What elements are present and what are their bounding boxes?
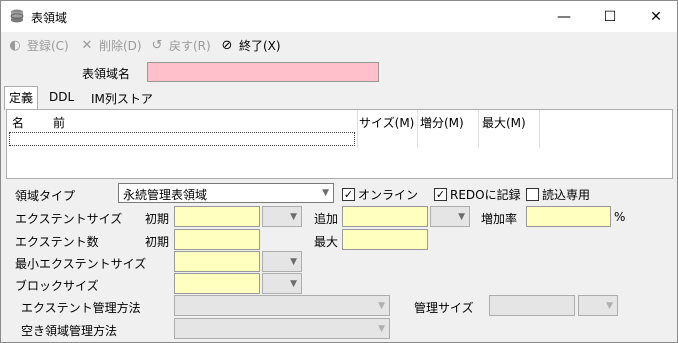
checkmark-icon: ✓: [342, 188, 355, 201]
maximize-button[interactable]: ☐: [587, 1, 633, 32]
extent-mgmt-select[interactable]: ▼: [174, 295, 390, 316]
extent-size-label: エクステントサイズ: [15, 212, 123, 226]
extent-add-unit-select[interactable]: ▼: [430, 206, 470, 227]
column-header-size: サイズ(M): [359, 116, 415, 130]
online-label: オンライン: [358, 188, 419, 202]
tablespace-window: 表領域 — ☐ ✕ ◐ 登録(C) ✕ 削除(D) ↺ 戻す(R) ⊘ 終了(X…: [0, 0, 678, 343]
growth-rate-label: 増加率: [481, 212, 518, 226]
redo-log-label: REDOに記録: [450, 188, 521, 202]
title-bar: 表領域 — ☐ ✕: [1, 1, 677, 32]
chevron-down-icon: ▼: [606, 300, 613, 311]
exit-icon: ⊘: [221, 37, 233, 53]
region-type-label: 領域タイプ: [15, 189, 76, 203]
register-icon: ◐: [9, 37, 21, 53]
checkmark-icon: ✓: [434, 188, 447, 201]
close-button[interactable]: ✕: [633, 1, 678, 32]
tablespace-name-input[interactable]: [147, 62, 379, 82]
extent-mgmt-label: エクステント管理方法: [21, 301, 141, 315]
min-extent-size-input[interactable]: [174, 251, 260, 272]
extent-count-initial-input[interactable]: [174, 229, 260, 250]
extent-add-label: 追加: [314, 212, 339, 226]
extent-add-input[interactable]: [342, 206, 428, 227]
chevron-down-icon: ▼: [378, 300, 385, 311]
column-divider: [478, 110, 479, 148]
extent-initial-unit-select[interactable]: ▼: [262, 206, 302, 227]
datafile-grid[interactable]: 名 前 サイズ(M) 増分(M) 最大(M): [6, 109, 673, 179]
extent-count-initial-label: 初期: [145, 235, 170, 249]
mgmt-size-label: 管理サイズ: [414, 301, 474, 315]
read-only-checkbox[interactable]: 読込専用: [526, 186, 590, 203]
extent-count-max-input[interactable]: [342, 229, 428, 250]
delete-icon: ✕: [81, 37, 93, 53]
online-checkbox[interactable]: ✓ オンライン: [342, 186, 418, 203]
chevron-down-icon: ▼: [290, 256, 297, 267]
min-extent-size-label: 最小エクステントサイズ: [15, 257, 147, 271]
min-extent-unit-select[interactable]: ▼: [262, 251, 302, 272]
minimize-button[interactable]: —: [541, 1, 587, 32]
exit-button[interactable]: ⊘ 終了(X): [219, 37, 281, 53]
window-title: 表領域: [31, 11, 68, 25]
free-space-mgmt-select[interactable]: ▼: [174, 318, 390, 339]
undo-icon: ↺: [151, 37, 163, 53]
block-size-label: ブロックサイズ: [15, 279, 99, 293]
free-space-mgmt-label: 空き領域管理方法: [21, 324, 118, 338]
growth-rate-input[interactable]: [526, 206, 611, 227]
revert-button[interactable]: ↺ 戻す(R): [149, 37, 211, 53]
checkbox-empty-icon: [526, 188, 539, 201]
column-header-name-1: 名: [12, 116, 25, 130]
revert-label: 戻す(R): [169, 38, 211, 53]
tablespace-name-label: 表領域名: [82, 67, 131, 81]
extent-initial-input[interactable]: [174, 206, 260, 227]
redo-log-checkbox[interactable]: ✓ REDOに記録: [434, 186, 521, 203]
extent-count-label: エクステント数: [15, 235, 99, 249]
region-type-select[interactable]: 永続管理表領域 ▼: [118, 183, 334, 203]
block-size-input[interactable]: [174, 273, 260, 294]
extent-initial-label: 初期: [145, 212, 170, 226]
chevron-down-icon: ▼: [458, 211, 465, 222]
mgmt-size-unit-select[interactable]: ▼: [578, 295, 618, 316]
exit-label: 終了(X): [239, 38, 281, 53]
percent-label: %: [614, 210, 626, 224]
tab-definition[interactable]: 定義: [4, 86, 39, 110]
block-size-unit-select[interactable]: ▼: [262, 273, 302, 294]
region-type-value: 永続管理表領域: [123, 188, 208, 202]
column-header-name-2: 前: [53, 116, 66, 130]
column-divider: [357, 110, 358, 148]
chevron-down-icon: ▼: [378, 323, 385, 334]
read-only-label: 読込専用: [542, 188, 591, 202]
delete-label: 削除(D): [99, 38, 142, 53]
database-icon: [9, 8, 25, 24]
extent-count-max-label: 最大: [314, 235, 339, 249]
chevron-down-icon: ▼: [290, 278, 297, 289]
chevron-down-icon: ▼: [290, 211, 297, 222]
delete-button[interactable]: ✕ 削除(D): [79, 37, 142, 53]
register-label: 登録(C): [27, 38, 69, 53]
mgmt-size-input[interactable]: [489, 295, 575, 316]
tab-ddl[interactable]: DDL: [45, 88, 78, 109]
column-divider: [539, 110, 540, 148]
column-divider: [417, 110, 418, 148]
grid-focused-cell[interactable]: [9, 132, 355, 146]
column-header-increment: 増分(M): [420, 116, 464, 130]
register-button[interactable]: ◐ 登録(C): [7, 37, 69, 53]
tab-im-column-store[interactable]: IM列ストア: [87, 88, 157, 109]
chevron-down-icon: ▼: [322, 188, 329, 198]
column-header-max: 最大(M): [482, 116, 526, 130]
